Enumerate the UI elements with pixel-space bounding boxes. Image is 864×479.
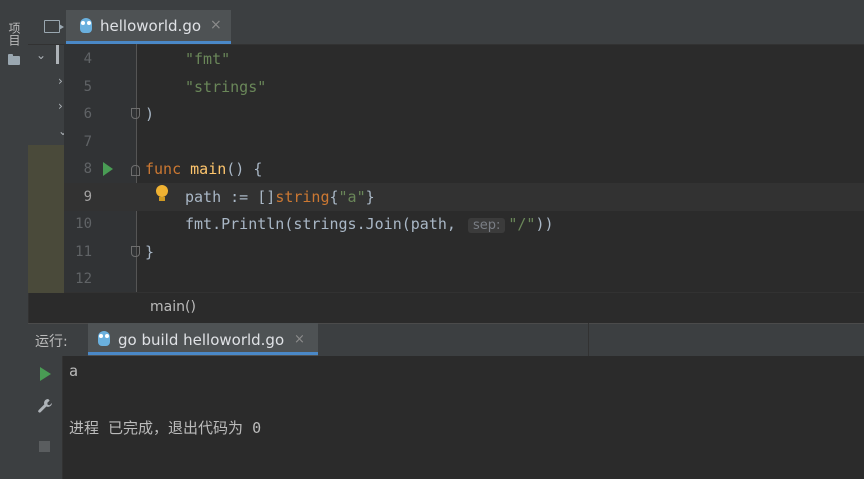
code-line-9[interactable]: path := []string{"a"} [185, 188, 375, 206]
line-number: 7 [83, 134, 92, 150]
go-file-icon [98, 331, 110, 346]
left-tool-strip [0, 10, 29, 479]
tree-selection-highlight [28, 145, 64, 293]
console-line: 进程 已完成，退出代码为 0 [69, 419, 262, 437]
rerun-icon[interactable] [40, 367, 51, 381]
code-line-4[interactable]: "fmt" [185, 50, 230, 68]
run-tab-label[interactable]: go build helloworld.go [118, 331, 284, 349]
project-tool-button[interactable]: 项目 [6, 22, 22, 46]
caret-row-highlight [64, 183, 864, 211]
close-icon[interactable]: × [294, 332, 305, 347]
parameter-hint: sep: [467, 218, 506, 233]
run-tool-label: 运行: [35, 334, 68, 350]
breadcrumb[interactable]: main() [150, 299, 196, 315]
scrollbar-thumb[interactable] [56, 44, 59, 64]
code-line-6[interactable]: ) [145, 105, 154, 123]
fold-icon[interactable] [131, 246, 140, 257]
line-number: 6 [83, 106, 92, 122]
chevron-down-icon[interactable]: ⌄ [36, 48, 46, 62]
line-number: 10 [75, 216, 92, 232]
console-line: a [69, 362, 79, 380]
line-number: 11 [75, 244, 92, 260]
code-line-10[interactable]: fmt.Println(strings.Join(path, sep: "/")) [185, 215, 554, 233]
code-line-11[interactable]: } [145, 243, 154, 261]
line-number-current: 9 [83, 189, 92, 205]
tab-list-icon[interactable] [44, 20, 64, 33]
lightbulb-icon[interactable] [156, 185, 168, 201]
line-number: 4 [83, 51, 92, 67]
go-file-icon [80, 18, 92, 33]
wrench-icon[interactable] [37, 398, 53, 414]
fold-icon[interactable] [131, 108, 140, 119]
fold-icon[interactable] [131, 165, 140, 176]
line-number: 12 [75, 271, 92, 287]
close-icon[interactable]: × [210, 17, 222, 33]
line-number: 5 [83, 79, 92, 95]
editor-tab-label[interactable]: helloworld.go [100, 17, 201, 35]
active-tab-indicator [88, 352, 318, 355]
code-line-5[interactable]: "strings" [185, 78, 266, 96]
chevron-right-icon[interactable]: › [58, 99, 63, 113]
line-number: 8 [83, 161, 92, 177]
header-divider [588, 323, 589, 356]
folder-icon[interactable] [8, 54, 20, 65]
code-line-8[interactable]: func main() { [145, 160, 262, 178]
chevron-right-icon[interactable]: › [58, 74, 63, 88]
stop-icon[interactable] [39, 441, 50, 452]
run-gutter-icon[interactable] [103, 162, 113, 176]
